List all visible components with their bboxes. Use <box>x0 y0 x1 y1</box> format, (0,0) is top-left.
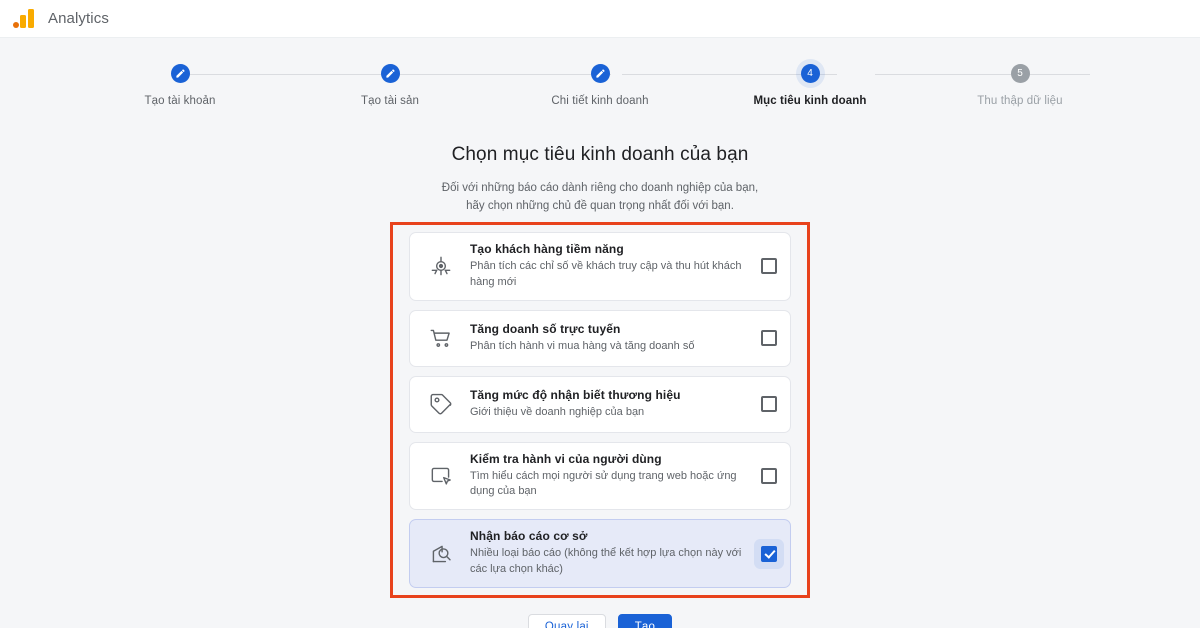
checkbox-baseline-reports[interactable] <box>761 545 777 562</box>
option-title: Tăng mức độ nhận biết thương hiệu <box>470 387 681 402</box>
pencil-icon <box>175 69 185 78</box>
step-1-label: Tạo tài khoản <box>144 95 216 107</box>
create-button[interactable]: Tạo <box>617 614 673 628</box>
step-2-label: Tạo tài sản <box>361 95 419 107</box>
step-3-circle <box>590 64 610 83</box>
options-region: Tạo khách hàng tiềm năng Phân tích các c… <box>390 221 810 599</box>
stepper-step-5[interactable]: 5 Thu thập dữ liệu <box>950 56 1090 107</box>
app-title: Analytics <box>48 10 109 27</box>
logo-bar-tall <box>27 8 34 28</box>
logo-dot <box>12 21 19 28</box>
form-actions: Quay lại Tạo <box>0 614 1200 628</box>
page-subtitle-line-2: hãy chọn những chủ đề quan trọng nhất đố… <box>466 199 734 212</box>
step-4-label: Mục tiêu kinh doanh <box>753 95 867 107</box>
option-card-baseline-reports[interactable]: Nhận báo cáo cơ sở Nhiều loại báo cáo (k… <box>409 519 791 589</box>
option-title: Tăng doanh số trực tuyến <box>470 321 621 336</box>
step-connector-line-2 <box>396 73 611 75</box>
option-card-user-behaviour[interactable]: Kiểm tra hành vi của người dùng Tìm hiểu… <box>409 441 791 511</box>
step-3-label: Chi tiết kinh doanh <box>551 95 649 107</box>
step-4-circle: 4 <box>800 64 820 83</box>
step-5-label: Thu thập dữ liệu <box>977 95 1063 107</box>
price-tag-icon <box>422 385 460 423</box>
option-description: Nhiều loại báo cáo (không thể kết hợp lự… <box>470 547 742 576</box>
option-text-lead-generation: Tạo khách hàng tiềm năng Phân tích các c… <box>460 233 757 300</box>
option-title: Nhận báo cáo cơ sở <box>470 529 588 544</box>
step-connector-line-1 <box>180 73 395 75</box>
logo-bar-medium <box>20 14 26 28</box>
shopping-cart-icon <box>422 319 460 357</box>
option-description: Phân tích hành vi mua hàng và tăng doanh… <box>470 339 695 352</box>
app-header: Analytics <box>0 0 1200 38</box>
option-text-user-behaviour: Kiểm tra hành vi của người dùng Tìm hiểu… <box>460 443 757 510</box>
checkbox-brand-awareness[interactable] <box>761 396 777 412</box>
option-text-baseline-reports: Nhận báo cáo cơ sở Nhiều loại báo cáo (k… <box>460 520 757 587</box>
page-subtitle: Đối với những báo cáo dành riêng cho doa… <box>0 180 1200 216</box>
option-card-online-sales[interactable]: Tăng doanh số trực tuyến Phân tích hành … <box>409 309 791 367</box>
back-button[interactable]: Quay lại <box>527 614 606 628</box>
google-analytics-logo-icon <box>10 7 36 31</box>
pencil-icon <box>595 69 605 78</box>
stepper-step-2[interactable]: Tạo tài sản <box>320 56 460 107</box>
main-content: Chọn mục tiêu kinh doanh của bạn Đối với… <box>0 144 1200 628</box>
step-5-circle: 5 <box>1010 64 1030 83</box>
business-objectives-list: Tạo khách hàng tiềm năng Phân tích các c… <box>409 231 791 589</box>
step-1-circle <box>170 64 190 83</box>
checkbox-lead-generation[interactable] <box>761 258 777 275</box>
stepper-step-3[interactable]: Chi tiết kinh doanh <box>530 56 670 107</box>
option-description: Phân tích các chỉ số về khách truy cập v… <box>470 259 742 288</box>
option-card-brand-awareness[interactable]: Tăng mức độ nhận biết thương hiệu Giới t… <box>409 375 791 433</box>
report-magnifier-icon <box>422 535 460 573</box>
option-description: Tìm hiểu cách mọi người sử dụng trang we… <box>470 469 737 498</box>
option-title: Tạo khách hàng tiềm năng <box>470 241 624 256</box>
option-card-lead-generation[interactable]: Tạo khách hàng tiềm năng Phân tích các c… <box>409 231 791 301</box>
option-text-brand-awareness: Tăng mức độ nhận biết thương hiệu Giới t… <box>460 379 757 430</box>
stepper-step-1[interactable]: Tạo tài khoản <box>110 56 250 107</box>
pencil-icon <box>385 69 395 78</box>
step-2-circle <box>380 64 400 83</box>
option-description: Giới thiệu về doanh nghiệp của bạn <box>470 405 645 418</box>
checkbox-user-behaviour[interactable] <box>761 467 777 484</box>
step-connector-line-4 <box>875 73 1090 75</box>
page-subtitle-line-1: Đối với những báo cáo dành riêng cho doa… <box>441 182 759 194</box>
ad-click-screen-icon <box>422 457 460 495</box>
option-text-online-sales: Tăng doanh số trực tuyến Phân tích hành … <box>460 313 757 364</box>
checkbox-online-sales[interactable] <box>761 330 777 346</box>
page-title: Chọn mục tiêu kinh doanh của bạn <box>451 144 749 165</box>
onboarding-stepper: Tạo tài khoản Tạo tài sản Chi tiết kinh … <box>0 56 1200 122</box>
option-title: Kiểm tra hành vi của người dùng <box>470 451 662 466</box>
stepper-step-4[interactable]: 4 Mục tiêu kinh doanh <box>740 56 880 107</box>
lead-generation-icon <box>422 247 460 285</box>
